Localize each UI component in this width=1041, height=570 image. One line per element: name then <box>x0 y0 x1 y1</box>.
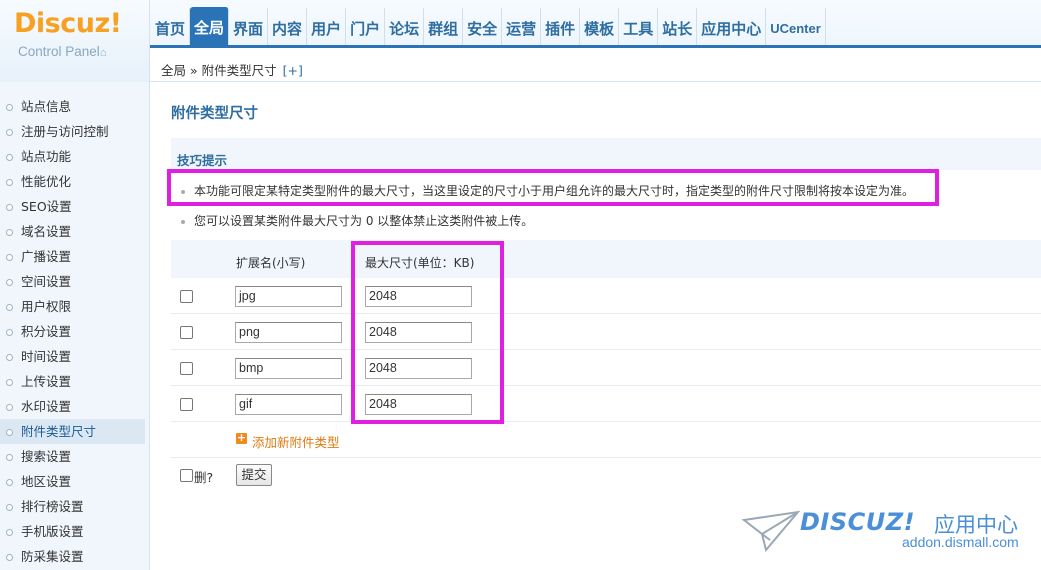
extension-input[interactable]: png <box>235 322 342 343</box>
extension-input[interactable]: gif <box>235 394 342 415</box>
home-icon: ⌂ <box>99 47 107 59</box>
table-row: png 2048 <box>171 314 1041 350</box>
row-delete-checkbox[interactable] <box>180 398 193 411</box>
sidebar-item[interactable]: SEO设置 <box>0 194 149 219</box>
nav-tab[interactable]: UCenter <box>766 8 826 46</box>
breadcrumb-add-button[interactable]: [+] <box>283 63 303 78</box>
sidebar-item[interactable]: 上传设置 <box>0 369 149 394</box>
logo-subtitle: Control Panel <box>18 44 100 59</box>
table-row: jpg 2048 <box>171 278 1041 314</box>
nav-tab[interactable]: 应用中心 <box>697 8 767 46</box>
sidebar-item[interactable]: 防采集设置 <box>0 544 149 569</box>
nav-tab[interactable]: 门户 <box>346 8 386 46</box>
tips-heading: 技巧提示 <box>177 153 228 168</box>
delete-label: 删? <box>194 470 214 485</box>
nav-tab[interactable]: 模板 <box>580 8 620 46</box>
table-row: gif 2048 <box>171 386 1041 422</box>
watermark-url: addon.dismall.com <box>902 534 1019 550</box>
logo-brand: Discuz! <box>14 8 122 39</box>
form-footer: 删? 提交 <box>171 462 1041 492</box>
sidebar-item[interactable]: 附件类型尺寸 <box>0 419 145 444</box>
sidebar-item[interactable]: 域名设置 <box>0 219 149 244</box>
add-attachment-type-link[interactable]: 添加新附件类型 <box>252 432 340 451</box>
breadcrumb-text: 全局 » 附件类型尺寸 <box>161 63 277 78</box>
nav-tab[interactable]: 站长 <box>658 8 698 46</box>
sidebar-item[interactable]: 广播设置 <box>0 244 149 269</box>
add-icon[interactable]: + <box>236 432 247 444</box>
table-header: 扩展名(小写) 最大尺寸(单位：KB) <box>171 240 1041 278</box>
tip-item: 您可以设置某类附件最大尺寸为 0 以整体禁止这类附件被上传。 <box>181 212 533 229</box>
paper-plane-icon <box>742 510 800 553</box>
nav-tab[interactable]: 界面 <box>229 8 269 46</box>
select-all-delete-checkbox[interactable] <box>180 469 193 482</box>
top-nav: 首页 全局 界面 内容 用户 门户 论坛 群组 安全 运营 插件 模板 工具 站长 应用中心 UCenter <box>150 7 826 46</box>
logo[interactable]: Discuz! Control Panel⌂ <box>0 0 150 82</box>
sidebar-item[interactable]: 手机版设置 <box>0 519 149 544</box>
highlight-box-size-column <box>351 241 504 424</box>
nav-tab[interactable]: 运营 <box>502 8 542 46</box>
sidebar-item[interactable]: 时间设置 <box>0 344 149 369</box>
sidebar-item[interactable]: 性能优化 <box>0 169 149 194</box>
watermark-title: DISCUZ! <box>800 508 916 536</box>
submit-button[interactable]: 提交 <box>236 464 272 486</box>
nav-tab[interactable]: 首页 <box>150 8 191 46</box>
row-delete-checkbox[interactable] <box>180 326 193 339</box>
sidebar-item[interactable]: 地区设置 <box>0 469 149 494</box>
table-row: bmp 2048 <box>171 350 1041 386</box>
nav-tab[interactable]: 内容 <box>268 8 308 46</box>
breadcrumb: 全局 » 附件类型尺寸 [+] <box>161 60 303 79</box>
watermark: DISCUZ! 应用中心 addon.dismall.com <box>742 506 1032 566</box>
nav-tab[interactable]: 工具 <box>619 8 659 46</box>
nav-tab[interactable]: 用户 <box>307 8 347 46</box>
nav-tab[interactable]: 插件 <box>541 8 581 46</box>
header: Discuz! Control Panel⌂ 首页 全局 界面 内容 用户 门户 论坛 群组安… <box>0 0 1041 82</box>
sidebar-item[interactable]: 用户权限 <box>0 294 149 319</box>
page-title: 附件类型尺寸 <box>171 106 258 122</box>
sidebar-item[interactable]: 空间设置 <box>0 269 149 294</box>
breadcrumb-bar: 全局 » 附件类型尺寸 [+] <box>150 48 1041 82</box>
sidebar-item[interactable]: 水印设置 <box>0 394 149 419</box>
nav-tab[interactable]: 群组 <box>424 8 464 46</box>
sidebar-item[interactable]: 注册与访问控制 <box>0 119 149 144</box>
sidebar-item[interactable]: 站点功能 <box>0 144 149 169</box>
tip-item: 本功能可限定某特定类型附件的最大尺寸，当这里设定的尺寸小于用户组允许的最大尺寸时… <box>181 182 914 199</box>
nav-tab[interactable]: 论坛 <box>385 8 425 46</box>
sidebar-item[interactable]: 积分设置 <box>0 319 149 344</box>
add-row: + 添加新附件类型 <box>171 422 1041 458</box>
extension-input[interactable]: bmp <box>235 358 342 379</box>
tips-header: 技巧提示 <box>171 138 1041 170</box>
nav-tab[interactable]: 安全 <box>463 8 503 46</box>
sidebar: 站点信息 注册与访问控制 站点功能 性能优化 SEO设置 域名设置 广播设置 空间设置 用户权限… <box>0 82 150 570</box>
sidebar-item[interactable]: 站点信息 <box>0 94 149 119</box>
sidebar-item[interactable]: 排行榜设置 <box>0 494 149 519</box>
row-delete-checkbox[interactable] <box>180 290 193 303</box>
extension-input[interactable]: jpg <box>235 286 342 307</box>
sidebar-item[interactable]: 搜索设置 <box>0 444 149 469</box>
row-delete-checkbox[interactable] <box>180 362 193 375</box>
nav-tab[interactable]: 全局 <box>190 7 230 46</box>
column-header-extension: 扩展名(小写) <box>236 256 306 270</box>
